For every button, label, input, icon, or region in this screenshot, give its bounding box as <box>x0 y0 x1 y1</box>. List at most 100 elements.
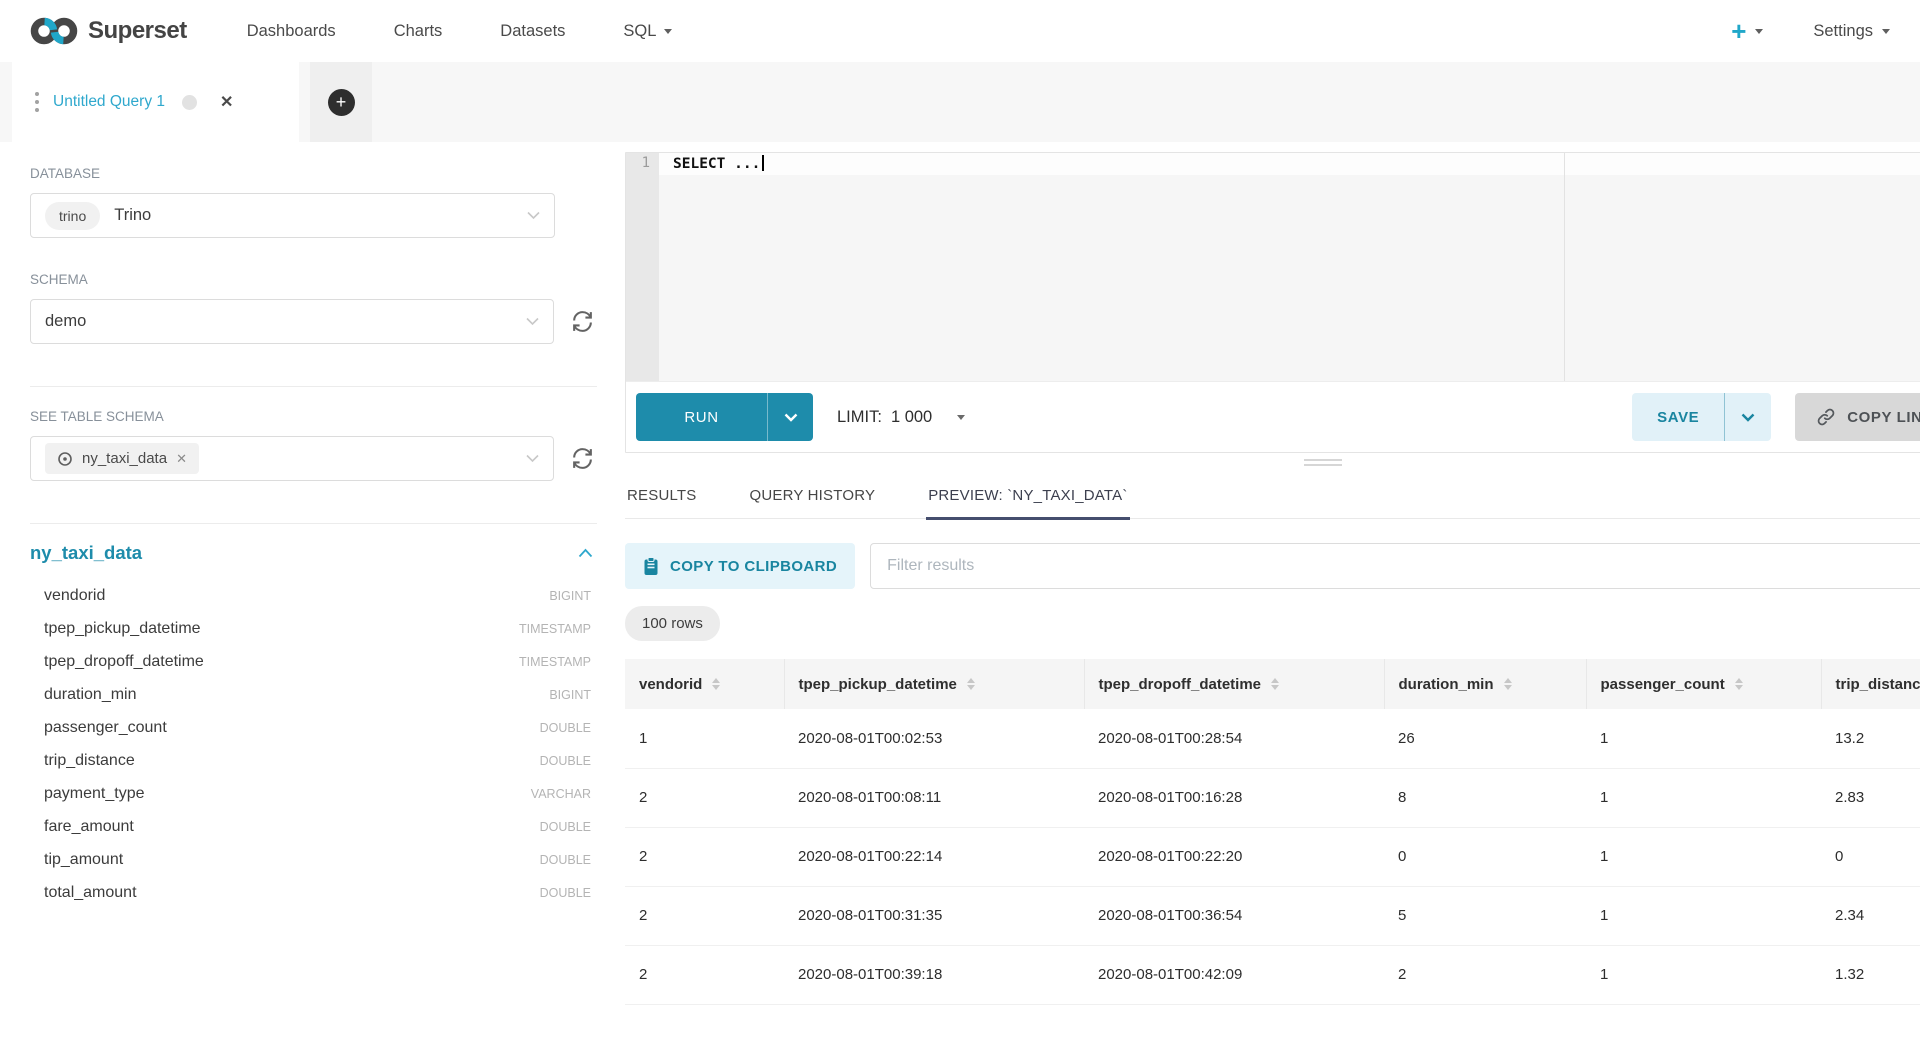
table-cell: 2 <box>625 768 784 827</box>
column-type: DOUBLE <box>540 820 591 834</box>
copy-to-clipboard-button[interactable]: COPY TO CLIPBOARD <box>625 543 855 589</box>
table-cell: 2020-08-01T00:42:09 <box>1084 945 1384 1004</box>
table-cell: 2020-08-01T00:36:54 <box>1084 886 1384 945</box>
brand[interactable]: Superset <box>30 14 187 48</box>
table-cell: 26 <box>1384 709 1586 768</box>
divider <box>30 523 597 524</box>
pane-resize-handle[interactable] <box>625 453 1920 468</box>
column-type: BIGINT <box>549 688 591 702</box>
new-tab-button[interactable]: + <box>310 62 372 142</box>
column-name: vendorid <box>44 587 105 605</box>
run-button[interactable]: RUN <box>636 393 767 441</box>
caret-down-icon <box>1755 29 1763 34</box>
column-header-passenger_count[interactable]: passenger_count <box>1586 659 1821 709</box>
column-header-tpep_dropoff_datetime[interactable]: tpep_dropoff_datetime <box>1084 659 1384 709</box>
table-cell: 2020-08-01T00:22:14 <box>784 827 1084 886</box>
copy-link-button[interactable]: COPY LINK <box>1795 393 1920 441</box>
run-options-button[interactable] <box>767 393 813 441</box>
filter-results-input[interactable] <box>870 543 1920 589</box>
copy-link-label: COPY LINK <box>1847 409 1920 426</box>
results-tabs: RESULTS QUERY HISTORY PREVIEW: `NY_TAXI_DA… <box>625 472 1920 519</box>
table-cell: 1 <box>625 709 784 768</box>
sort-icon <box>967 678 975 690</box>
results-tab-query-history[interactable]: QUERY HISTORY <box>747 472 877 518</box>
column-header-label: trip_distance <box>1836 676 1920 693</box>
nav-item-dashboards[interactable]: Dashboards <box>247 22 336 41</box>
table-cell: 2020-08-01T00:39:18 <box>784 945 1084 1004</box>
table-name-heading[interactable]: ny_taxi_data <box>30 542 142 564</box>
table-columns-list: vendoridBIGINTtpep_pickup_datetimeTIMEST… <box>30 579 597 909</box>
table-select[interactable]: ny_taxi_data ✕ <box>30 436 554 481</box>
column-name: passenger_count <box>44 719 167 737</box>
schema-select[interactable]: demo <box>30 299 554 344</box>
copy-to-clipboard-label: COPY TO CLIPBOARD <box>670 558 837 575</box>
brand-name: Superset <box>88 17 187 45</box>
results-table: vendoridtpep_pickup_datetime tpep_dropoff… <box>625 659 1920 1005</box>
query-tab[interactable]: Untitled Query 1 ✕ <box>12 62 299 142</box>
schema-column-row: fare_amountDOUBLE <box>30 810 597 843</box>
selected-table-name: ny_taxi_data <box>82 450 167 467</box>
results-tab-preview[interactable]: PREVIEW: `NY_TAXI_DATA` <box>926 472 1129 518</box>
schema-column-row: tpep_dropoff_datetimeTIMESTAMP <box>30 645 597 678</box>
schema-column-row: total_amountDOUBLE <box>30 876 597 909</box>
nav-item-sql[interactable]: SQL <box>623 22 672 41</box>
save-options-button[interactable] <box>1724 393 1771 441</box>
refresh-schema-icon[interactable] <box>567 307 597 337</box>
table-cell: 2 <box>625 827 784 886</box>
table-cell: 2020-08-01T00:16:28 <box>1084 768 1384 827</box>
column-type: DOUBLE <box>540 721 591 735</box>
sql-editor[interactable]: 1 SELECT ... <box>626 153 1920 381</box>
column-header-vendorid[interactable]: vendorid <box>625 659 784 709</box>
database-value: Trino <box>114 206 151 225</box>
database-select[interactable]: trino Trino <box>30 193 555 238</box>
sort-icon <box>712 678 720 690</box>
settings-menu[interactable]: Settings <box>1813 22 1890 41</box>
column-header-trip_distance[interactable]: trip_distance <box>1821 659 1920 709</box>
sql-code-line: SELECT ... <box>659 155 764 172</box>
limit-dropdown[interactable]: LIMIT: 1 000 <box>837 408 965 427</box>
remove-icon[interactable]: ✕ <box>176 451 187 467</box>
clipboard-icon <box>643 557 659 576</box>
close-icon[interactable]: ✕ <box>220 92 233 112</box>
save-button-group: SAVE <box>1632 393 1771 441</box>
table-cell: 1 <box>1586 827 1821 886</box>
schema-column-row: tip_amountDOUBLE <box>30 843 597 876</box>
nav-item-datasets[interactable]: Datasets <box>500 22 565 41</box>
refresh-tables-icon[interactable] <box>567 444 597 474</box>
schema-column-row: tpep_pickup_datetimeTIMESTAMP <box>30 612 597 645</box>
table-cell: 1 <box>1586 886 1821 945</box>
column-name: tpep_pickup_datetime <box>44 620 201 638</box>
column-header-label: tpep_dropoff_datetime <box>1099 676 1262 693</box>
table-cell: 1 <box>1586 709 1821 768</box>
new-item-menu[interactable]: + <box>1731 18 1763 44</box>
column-header-duration_min[interactable]: duration_min <box>1384 659 1586 709</box>
eye-icon <box>57 451 73 467</box>
nav-item-label: Dashboards <box>247 22 336 41</box>
chevron-up-icon[interactable] <box>578 548 593 558</box>
sql-editor-block: 1 SELECT ... RUN LIMIT: 1 000 SAVE <box>625 152 1920 453</box>
chevron-down-icon <box>1741 413 1755 422</box>
save-button[interactable]: SAVE <box>1632 393 1724 441</box>
table-cell: 2020-08-01T00:31:35 <box>784 886 1084 945</box>
query-tab-strip: Untitled Query 1 ✕ + <box>0 62 1920 142</box>
drag-handle-icon[interactable] <box>34 91 40 113</box>
table-cell: 5 <box>1384 886 1586 945</box>
chevron-down-icon <box>526 454 539 463</box>
column-type: DOUBLE <box>540 886 591 900</box>
caret-down-icon <box>1882 29 1890 34</box>
column-name: tip_amount <box>44 851 123 869</box>
print-margin-line <box>1564 153 1565 381</box>
column-header-tpep_pickup_datetime[interactable]: tpep_pickup_datetime <box>784 659 1084 709</box>
schema-column-row: vendoridBIGINT <box>30 579 597 612</box>
limit-value: 1 000 <box>891 408 932 427</box>
table-cell: 2020-08-01T00:28:54 <box>1084 709 1384 768</box>
nav-item-label: Charts <box>394 22 443 41</box>
nav-item-charts[interactable]: Charts <box>394 22 443 41</box>
chevron-down-icon <box>526 317 539 326</box>
results-tab-results[interactable]: RESULTS <box>625 472 698 518</box>
table-cell: 2 <box>1384 945 1586 1004</box>
sql-workarea: 1 SELECT ... RUN LIMIT: 1 000 SAVE <box>625 142 1920 1042</box>
schema-column-row: passenger_count DOUBLE <box>30 711 597 744</box>
column-name: duration_min <box>44 686 137 704</box>
table-cell: 13.2 <box>1821 709 1920 768</box>
